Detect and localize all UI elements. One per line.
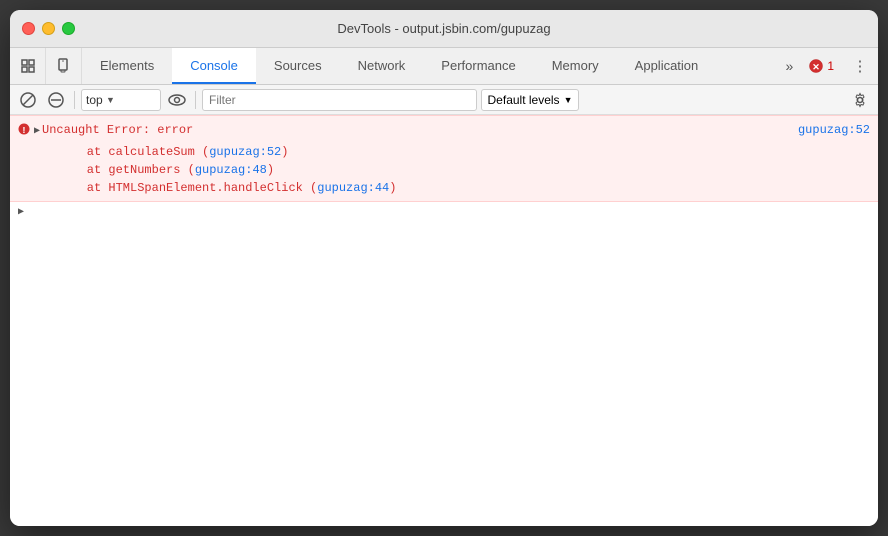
context-selector[interactable]: top ▼ xyxy=(81,89,161,111)
minimize-button[interactable] xyxy=(42,22,55,35)
expand-triangle-icon[interactable]: ▶ xyxy=(34,123,40,141)
tab-network[interactable]: Network xyxy=(340,48,424,84)
device-icon xyxy=(56,58,72,74)
devtools-tab-bar: Elements Console Sources Network Perform… xyxy=(10,48,878,85)
title-bar: DevTools - output.jsbin.com/gupuzag xyxy=(10,10,878,48)
console-toolbar: top ▼ Default levels ▼ xyxy=(10,85,878,115)
svg-text:✕: ✕ xyxy=(813,62,821,72)
error-count: 1 xyxy=(827,59,834,73)
stack-link-3[interactable]: gupuzag:44 xyxy=(317,181,389,195)
inspect-element-button[interactable] xyxy=(10,48,46,84)
error-icon-svg: ! xyxy=(18,123,30,135)
console-prompt-triangle[interactable]: ▶ xyxy=(18,206,24,218)
eye-icon xyxy=(168,93,186,107)
maximize-button[interactable] xyxy=(62,22,75,35)
error-main-line: ! ▶ Uncaught Error: error gupuzag:52 xyxy=(10,120,878,143)
error-message: Uncaught Error: error xyxy=(42,121,790,139)
error-circle-icon: ! xyxy=(18,123,30,142)
log-levels-dropdown[interactable]: Default levels ▼ xyxy=(481,89,580,111)
cursor-icon xyxy=(20,58,36,74)
tab-elements[interactable]: Elements xyxy=(82,48,172,84)
svg-text:!: ! xyxy=(21,126,26,135)
toolbar-separator-2 xyxy=(195,91,196,109)
close-button[interactable] xyxy=(22,22,35,35)
stack-link-2[interactable]: gupuzag:48 xyxy=(195,163,267,177)
toolbar-separator-1 xyxy=(74,91,75,109)
console-settings-button[interactable] xyxy=(848,88,872,112)
error-location-link[interactable]: gupuzag:52 xyxy=(790,121,870,139)
window-title: DevTools - output.jsbin.com/gupuzag xyxy=(337,21,550,36)
clear-console-button[interactable] xyxy=(16,88,40,112)
filter-button[interactable] xyxy=(44,88,68,112)
tab-memory[interactable]: Memory xyxy=(534,48,617,84)
stack-link-1[interactable]: gupuzag:52 xyxy=(209,145,281,159)
stack-frame-1: at calculateSum (gupuzag:52) xyxy=(10,143,878,161)
levels-label: Default levels xyxy=(488,93,560,107)
devtools-menu-button[interactable]: ⋮ xyxy=(842,48,878,84)
chevron-down-icon: ▼ xyxy=(564,95,573,105)
console-input-row: ▶ xyxy=(10,202,878,220)
device-toolbar-button[interactable] xyxy=(46,48,82,84)
live-expressions-button[interactable] xyxy=(165,88,189,112)
vertical-dots-icon: ⋮ xyxy=(853,57,868,75)
tab-sources[interactable]: Sources xyxy=(256,48,340,84)
stack-frame-2: at getNumbers (gupuzag:48) xyxy=(10,161,878,179)
clear-icon xyxy=(20,92,36,108)
tab-performance[interactable]: Performance xyxy=(423,48,533,84)
filter-input[interactable] xyxy=(202,89,477,111)
block-icon xyxy=(48,92,64,108)
console-output: ! ▶ Uncaught Error: error gupuzag:52 at … xyxy=(10,115,878,526)
error-badge-icon: ✕ xyxy=(809,59,823,73)
stack-frame-3: at HTMLSpanElement.handleClick (gupuzag:… xyxy=(10,179,878,197)
more-tabs-button[interactable]: » xyxy=(778,48,802,84)
tab-application[interactable]: Application xyxy=(617,48,717,84)
traffic-lights xyxy=(22,22,75,35)
context-dropdown[interactable]: top xyxy=(86,93,103,107)
devtools-window: DevTools - output.jsbin.com/gupuzag Elem… xyxy=(10,10,878,526)
gear-icon xyxy=(852,92,868,108)
tab-console[interactable]: Console xyxy=(172,48,256,84)
error-entry: ! ▶ Uncaught Error: error gupuzag:52 at … xyxy=(10,115,878,202)
error-badge[interactable]: ✕ 1 xyxy=(801,48,842,84)
tab-list: Elements Console Sources Network Perform… xyxy=(82,48,778,84)
